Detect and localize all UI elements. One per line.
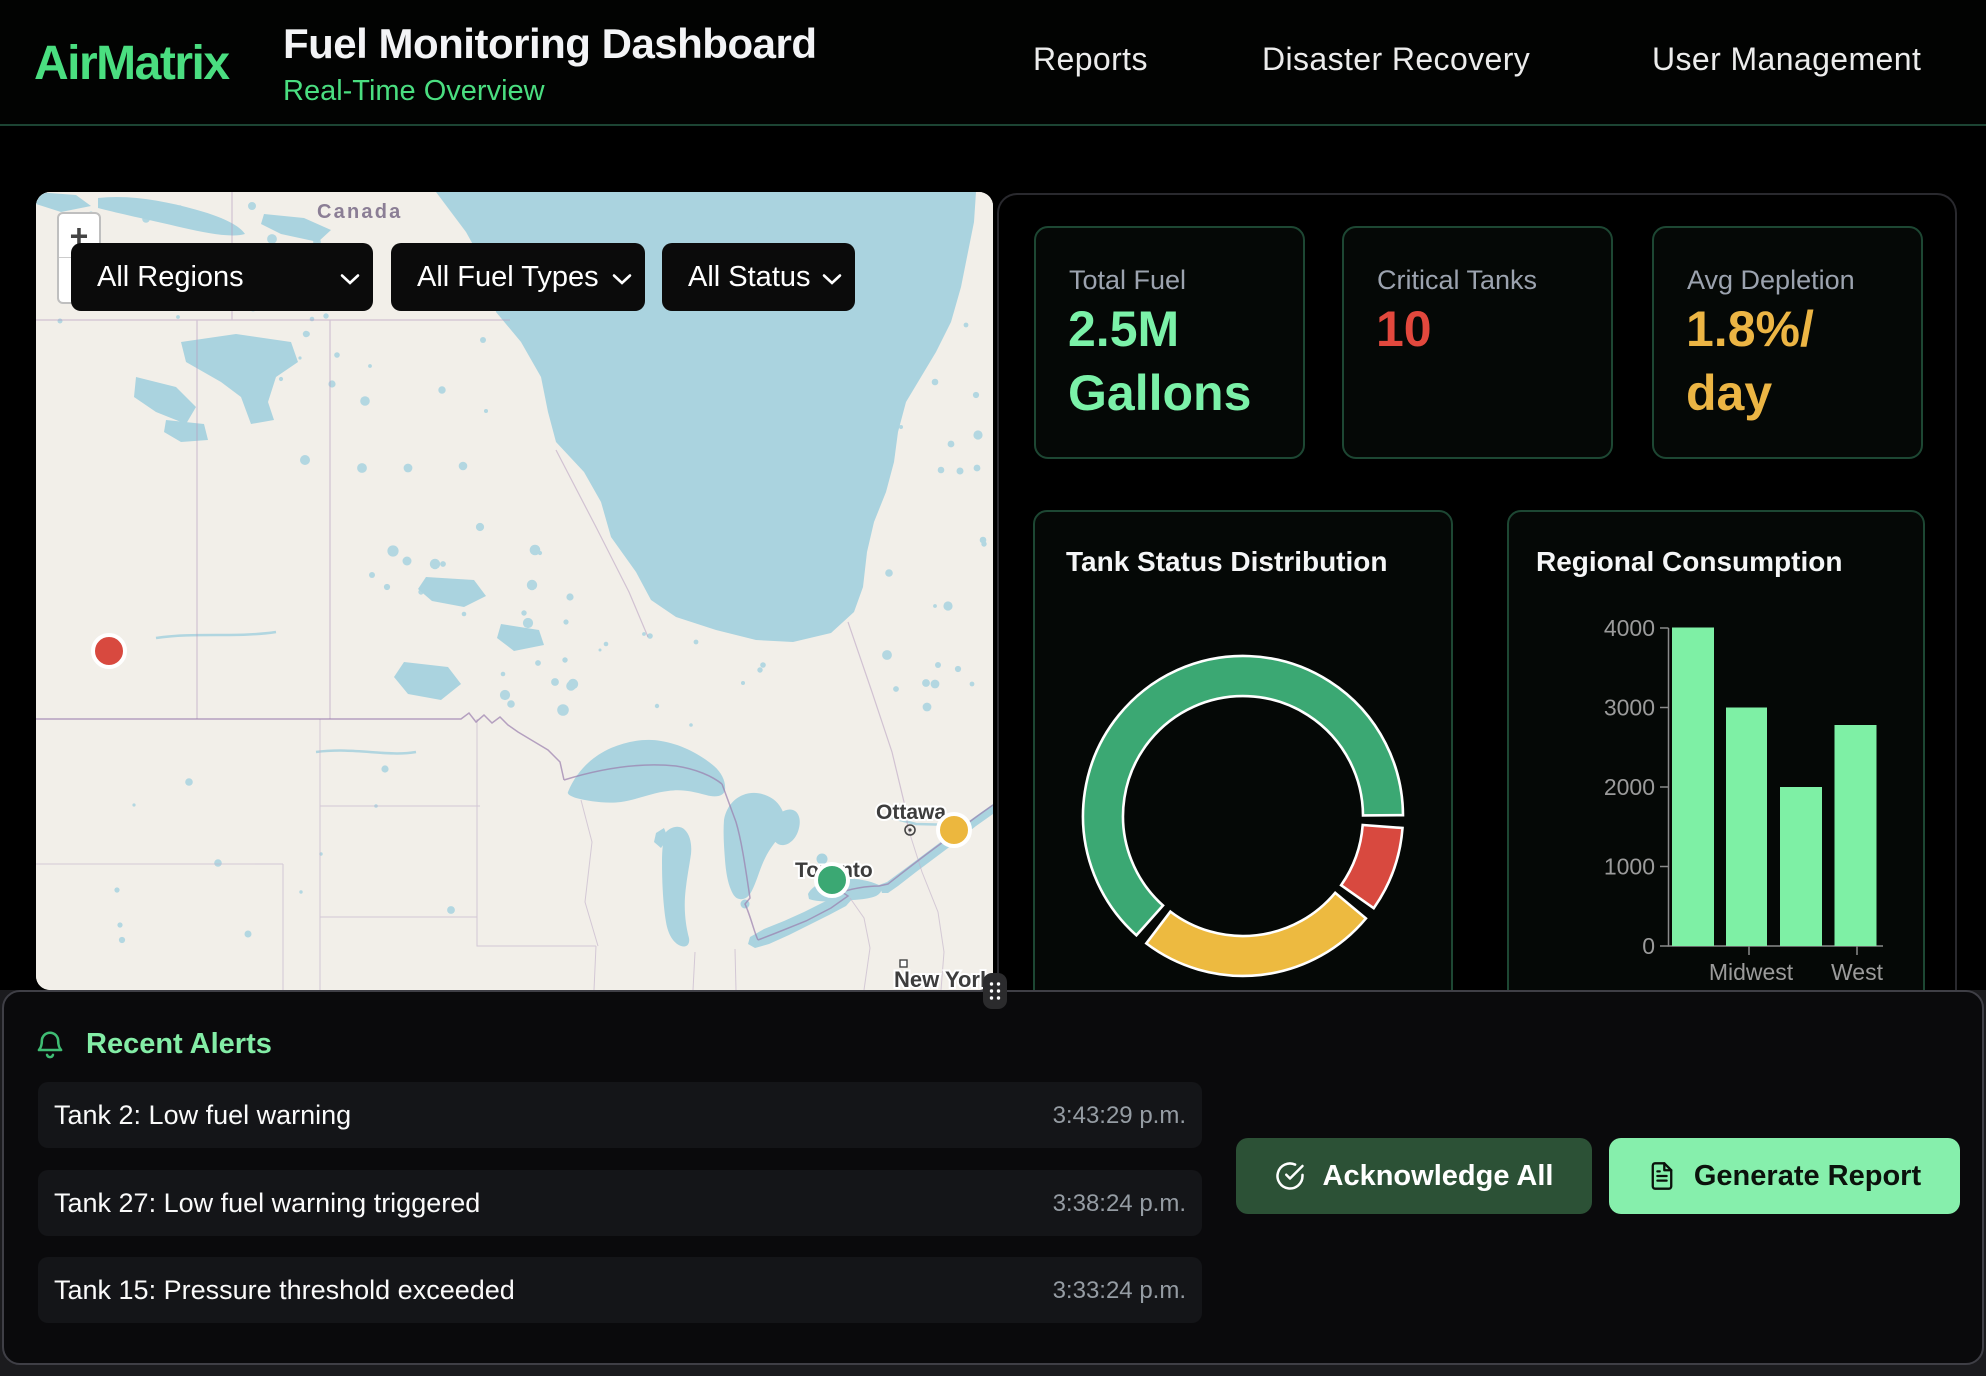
svg-text:3000: 3000 bbox=[1604, 695, 1655, 721]
svg-text:Ottawa: Ottawa bbox=[876, 801, 946, 824]
svg-text:2000: 2000 bbox=[1604, 774, 1655, 800]
svg-text:1000: 1000 bbox=[1604, 854, 1655, 880]
svg-text:West: West bbox=[1831, 959, 1884, 985]
svg-text:4000: 4000 bbox=[1604, 615, 1655, 641]
svg-text:New York: New York bbox=[894, 967, 993, 990]
svg-text:Midwest: Midwest bbox=[1709, 959, 1794, 985]
svg-text:0: 0 bbox=[1642, 933, 1655, 959]
svg-text:Canada: Canada bbox=[317, 201, 402, 223]
